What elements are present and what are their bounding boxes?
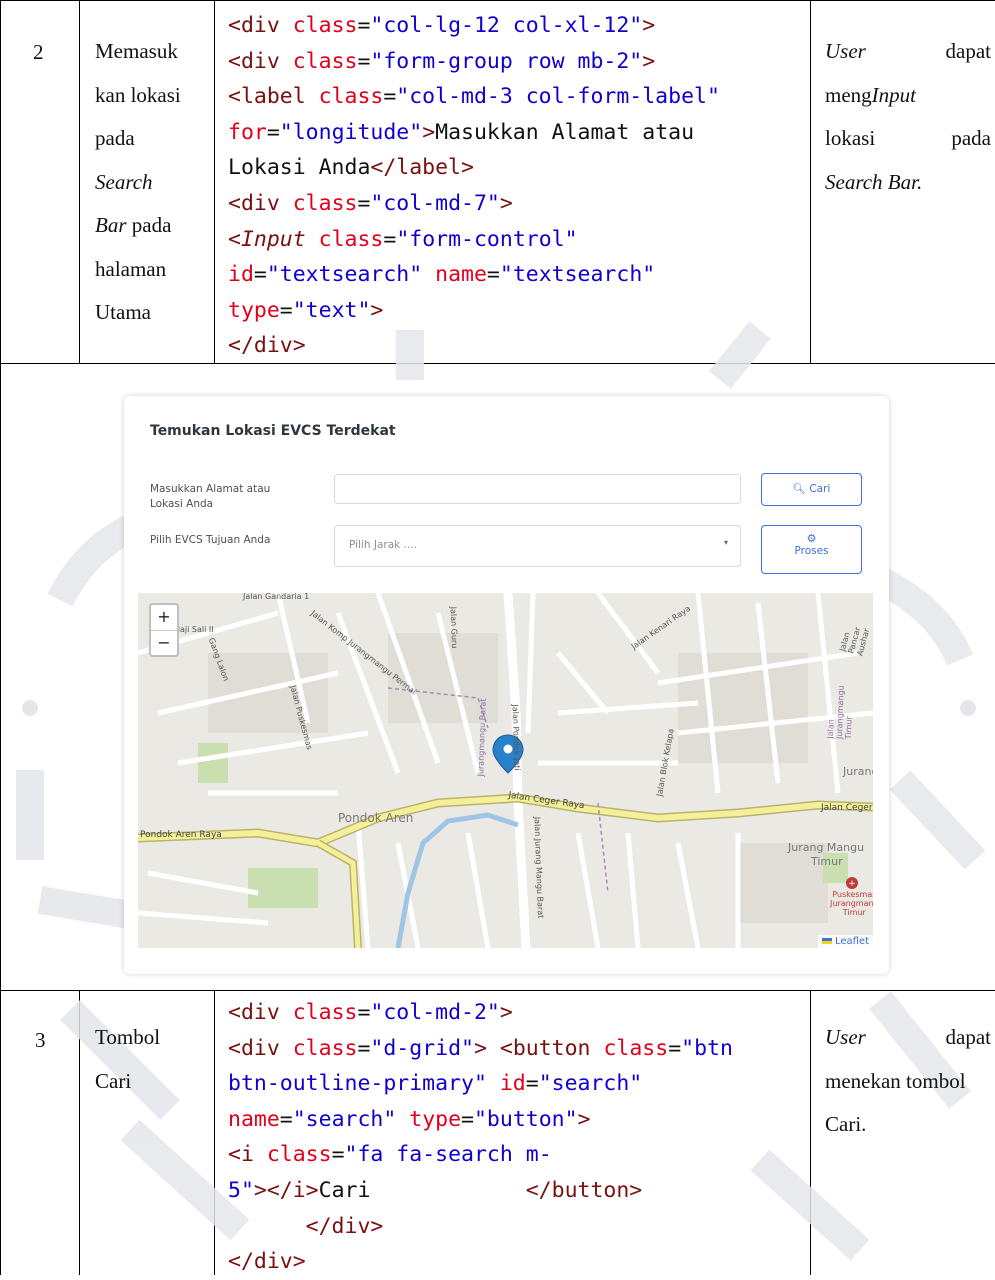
row-divider: [0, 990, 995, 991]
map-label: Pondok Aren Raya: [140, 830, 222, 840]
map-zoom-control: + −: [149, 603, 179, 657]
code-block: <div class="col-md-2"> <div class="d-gri…: [228, 1000, 733, 1275]
result-text: pada: [951, 126, 991, 150]
row-number: 2: [33, 40, 44, 64]
map-label: Timur: [811, 855, 843, 868]
result-text: Search Bar.: [825, 169, 923, 194]
result-text: User: [825, 39, 866, 63]
map-label: Pondok Aren: [338, 811, 414, 825]
map-label: Jurang: [843, 765, 873, 778]
description-line: Search: [95, 169, 153, 194]
result-text: User: [825, 1025, 866, 1049]
description-line: Memasuk: [95, 39, 178, 63]
process-button[interactable]: ⚙ Proses: [761, 525, 862, 574]
row-number: 3: [35, 1028, 46, 1052]
map-view[interactable]: + Pondok Aren Pondok Aren Raya Jalan Ceg…: [138, 593, 873, 948]
result-text: Input: [871, 82, 916, 107]
column-divider: [214, 0, 215, 363]
result-text: Cari.: [825, 1112, 867, 1136]
result-text: dapat: [945, 39, 991, 63]
table-top-border: [0, 0, 995, 1]
code-block: <div class="col-lg-12 col-xl-12"> <div c…: [228, 13, 720, 359]
column-divider: [79, 0, 80, 363]
map-label: Jalan Ceger: [821, 803, 873, 813]
evcs-label: Pilih EVCS Tujuan Anda: [150, 534, 271, 546]
distance-select[interactable]: Pilih Jarak .... ▾: [334, 525, 741, 567]
gears-icon: ⚙: [806, 532, 817, 545]
map-label: Jalan Jurangmangu Timur: [825, 685, 854, 740]
description-line: Utama: [95, 300, 151, 324]
search-button[interactable]: 🔍︎ Cari: [761, 473, 862, 506]
result-text: menekan tombol: [825, 1068, 966, 1093]
map-label: Jalan Gandaria 1: [243, 593, 310, 601]
column-divider: [79, 990, 80, 1275]
map-label: Jurang Mangu: [788, 841, 865, 854]
app-screenshot-card: Temukan Lokasi EVCS Terdekat Masukkan Al…: [124, 396, 889, 974]
description-line: halaman: [95, 256, 167, 281]
map-label: Haji Sali II: [174, 625, 214, 634]
page-title: Temukan Lokasi EVCS Terdekat: [150, 423, 396, 439]
row-result: User dapat mengInput lokasi pada Search …: [825, 30, 991, 204]
result-text: meng: [825, 82, 872, 107]
description-line: kan lokasi: [95, 82, 181, 107]
address-label: Masukkan Alamat atau Lokasi Anda: [150, 483, 271, 510]
column-divider: [810, 0, 811, 363]
row-description: Memasuk kan lokasi pada Search Bar pada halam…: [95, 30, 181, 335]
map-poi-label: Puskesmas Jurangmang Timur: [830, 890, 873, 917]
svg-text:+: +: [848, 879, 856, 889]
description-line: Bar pada: [95, 213, 172, 237]
map-tiles: +: [138, 593, 873, 948]
map-label: Jalan Guru: [448, 606, 460, 649]
search-icon: 🔍︎: [792, 483, 806, 495]
zoom-in-button[interactable]: +: [151, 605, 177, 631]
column-divider: [810, 990, 811, 1275]
row-description: Tombol Cari: [95, 1025, 161, 1093]
map-attribution[interactable]: Leaflet: [817, 935, 873, 948]
address-search-input[interactable]: [334, 474, 741, 504]
table-left-border: [0, 0, 1, 1275]
result-text: dapat: [945, 1025, 991, 1049]
description-line: pada: [95, 126, 135, 150]
flag-icon: [821, 938, 832, 944]
zoom-out-button[interactable]: −: [151, 631, 177, 656]
chevron-down-icon: ▾: [723, 538, 728, 547]
column-divider: [214, 990, 215, 1275]
row-result: User dapat menekan tombol Cari.: [825, 1016, 991, 1147]
result-text: lokasi: [825, 126, 876, 150]
